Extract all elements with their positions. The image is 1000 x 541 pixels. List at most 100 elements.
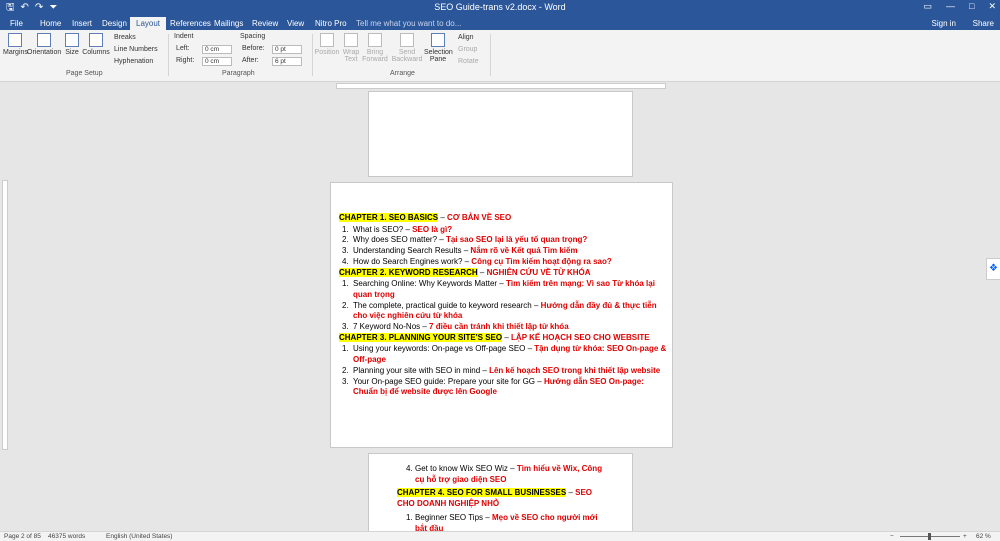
word-count[interactable]: 46375 words	[48, 533, 85, 540]
title-bar: 🖫 ↶ ↷ ⏷ SEO Guide-trans v2.docx - Word ▭…	[0, 0, 1000, 16]
indent-left-value[interactable]: 0 cm	[202, 45, 232, 54]
chapter-list: 1. Using your keywords: On-page vs Off-pa…	[339, 344, 669, 398]
align-button[interactable]: Align	[458, 34, 474, 41]
share-button[interactable]: Share	[973, 17, 994, 30]
selection-pane-button[interactable]: Selection Pane	[424, 33, 453, 63]
send-backward-button[interactable]: Send Backward	[390, 33, 424, 63]
chapter-heading: CHAPTER 2. KEYWORD RESEARCH – NGHIÊN CỨU…	[339, 267, 591, 277]
rotate-button[interactable]: Rotate	[458, 58, 479, 65]
orientation-button[interactable]: Orientation	[27, 33, 61, 56]
sign-in-link[interactable]: Sign in	[932, 17, 956, 30]
chapter-heading: CHAPTER 3. PLANNING YOUR SITE'S SEO – LẬ…	[339, 332, 650, 342]
spacing-after-value[interactable]: 6 pt	[272, 57, 302, 66]
selection-pane-icon	[431, 33, 445, 47]
size-button[interactable]: Size	[62, 33, 82, 56]
columns-icon	[89, 33, 103, 47]
send-backward-icon	[400, 33, 414, 47]
indent-left-label: Left:	[176, 45, 190, 52]
tab-review[interactable]: Review	[246, 17, 284, 30]
hyphenation-button[interactable]: Hyphenation	[114, 58, 153, 65]
zoom-in-button[interactable]: +	[963, 533, 967, 540]
spacing-heading: Spacing	[240, 33, 266, 40]
page-content: CHAPTER 1. SEO BASICS – CƠ BẢN VỀ SEO 1.…	[339, 213, 669, 398]
ribbon-separator	[168, 34, 169, 76]
dropbox-icon: ❖	[989, 263, 998, 274]
tab-mailings[interactable]: Mailings	[208, 17, 249, 30]
ribbon-display-icon[interactable]: ▭	[924, 1, 933, 12]
vertical-ruler[interactable]	[2, 180, 8, 450]
spacing-before-label: Before:	[242, 45, 265, 52]
document-page[interactable]: CHAPTER 1. SEO BASICS – CƠ BẢN VỀ SEO 1.…	[330, 182, 673, 448]
breaks-button[interactable]: Breaks	[114, 34, 136, 41]
chapter-list: 1. Searching Online: Why Keywords Matter …	[339, 279, 669, 333]
indent-heading: Indent	[174, 33, 194, 40]
chapter-list: 1. Beginner SEO Tips – Mẹo về SEO cho ngư…	[397, 512, 607, 533]
window-controls: ▭ — □ ✕	[924, 1, 997, 12]
bring-forward-button[interactable]: Bring Forward	[362, 33, 388, 63]
group-button[interactable]: Group	[458, 46, 477, 53]
spacing-before-value[interactable]: 0 pt	[272, 45, 302, 54]
list-item: 3. Understanding Search Results – Nắm rõ …	[342, 246, 578, 256]
horizontal-ruler[interactable]	[0, 82, 1000, 90]
tab-file[interactable]: File	[4, 17, 29, 30]
ribbon-tabs: File Home Insert Design Layout Reference…	[0, 16, 1000, 30]
status-bar: Page 2 of 85 46375 words English (United…	[0, 531, 1000, 541]
list-item: 2. Planning your site with SEO in mind – …	[342, 365, 661, 375]
page-setup-group-label: Page Setup	[66, 70, 103, 77]
bring-forward-icon	[368, 33, 382, 47]
zoom-level[interactable]: 62 %	[976, 533, 991, 540]
list-item: 3. 7 Keyword No-Nos – 7 điều cần tránh kh…	[342, 322, 569, 332]
ribbon-layout: Margins Orientation Size Columns Breaks …	[0, 30, 1000, 82]
indent-left-field[interactable]: 0 cm	[202, 45, 232, 54]
ruler-track	[336, 83, 666, 89]
zoom-out-button[interactable]: −	[890, 533, 894, 540]
maximize-button[interactable]: □	[969, 1, 974, 12]
minimize-button[interactable]: —	[946, 1, 955, 12]
arrange-group-label: Arrange	[390, 70, 415, 77]
zoom-slider-handle[interactable]	[928, 533, 931, 540]
position-button[interactable]: Position	[314, 33, 340, 56]
list-item: 4. Get to know Wix SEO Wiz – Tìm hiểu về …	[406, 464, 603, 484]
indent-right-field[interactable]: 0 cm	[202, 57, 232, 66]
tab-design[interactable]: Design	[96, 17, 133, 30]
chapter-heading: CHAPTER 4. SEO FOR SMALL BUSINESSES – SE…	[397, 488, 593, 509]
language-indicator[interactable]: English (United States)	[106, 533, 172, 540]
indent-right-value[interactable]: 0 cm	[202, 57, 232, 66]
tab-insert[interactable]: Insert	[66, 17, 98, 30]
list-item: 3. Your On-page SEO guide: Prepare your s…	[342, 376, 644, 397]
spacing-after-label: After:	[242, 57, 259, 64]
tab-home[interactable]: Home	[34, 17, 67, 30]
tab-view[interactable]: View	[281, 17, 310, 30]
tab-layout[interactable]: Layout	[130, 17, 167, 30]
close-button[interactable]: ✕	[988, 1, 996, 12]
tell-me-input[interactable]: Tell me what you want to do...	[356, 17, 461, 30]
chapter-list: 1. What is SEO? – SEO là gì? 2. Why does S…	[339, 225, 669, 268]
list-item: 4. How do Search Engines work? – Công cụ …	[342, 256, 612, 266]
list-item: 1. What is SEO? – SEO là gì?	[342, 224, 453, 234]
spacing-after-field[interactable]: 6 pt	[272, 57, 302, 66]
indent-right-label: Right:	[176, 57, 195, 64]
tab-nitro-pro[interactable]: Nitro Pro	[309, 17, 353, 30]
list-item: 2. The complete, practical guide to keywo…	[342, 300, 657, 321]
chapter-heading: CHAPTER 1. SEO BASICS – CƠ BẢN VỀ SEO	[339, 213, 512, 222]
wrap-text-icon	[344, 33, 358, 47]
document-page[interactable]: 4. Get to know Wix SEO Wiz – Tìm hiểu về …	[368, 453, 633, 533]
list-item: 1. Using your keywords: On-page vs Off-pa…	[342, 344, 667, 365]
paragraph-group-label: Paragraph	[222, 70, 255, 77]
wrap-text-button[interactable]: Wrap Text	[340, 33, 362, 63]
margins-icon	[8, 33, 22, 47]
ribbon-separator	[490, 34, 491, 76]
ribbon-separator	[312, 34, 313, 76]
page-content: 4. Get to know Wix SEO Wiz – Tìm hiểu về …	[397, 464, 607, 533]
list-item: 1. Beginner SEO Tips – Mẹo về SEO cho ngư…	[406, 512, 598, 533]
line-numbers-button[interactable]: Line Numbers	[114, 46, 158, 53]
spacing-before-field[interactable]: 0 pt	[272, 45, 302, 54]
margins-button[interactable]: Margins	[3, 33, 28, 56]
dropbox-badge[interactable]: ❖	[986, 258, 1000, 280]
list-item: 1. Searching Online: Why Keywords Matter …	[342, 279, 655, 299]
document-page[interactable]	[368, 91, 633, 177]
position-icon	[320, 33, 334, 47]
page-count[interactable]: Page 2 of 85	[4, 533, 41, 540]
list-item: 2. Why does SEO matter? – Tại sao SEO lại…	[342, 235, 588, 245]
columns-button[interactable]: Columns	[82, 33, 110, 56]
